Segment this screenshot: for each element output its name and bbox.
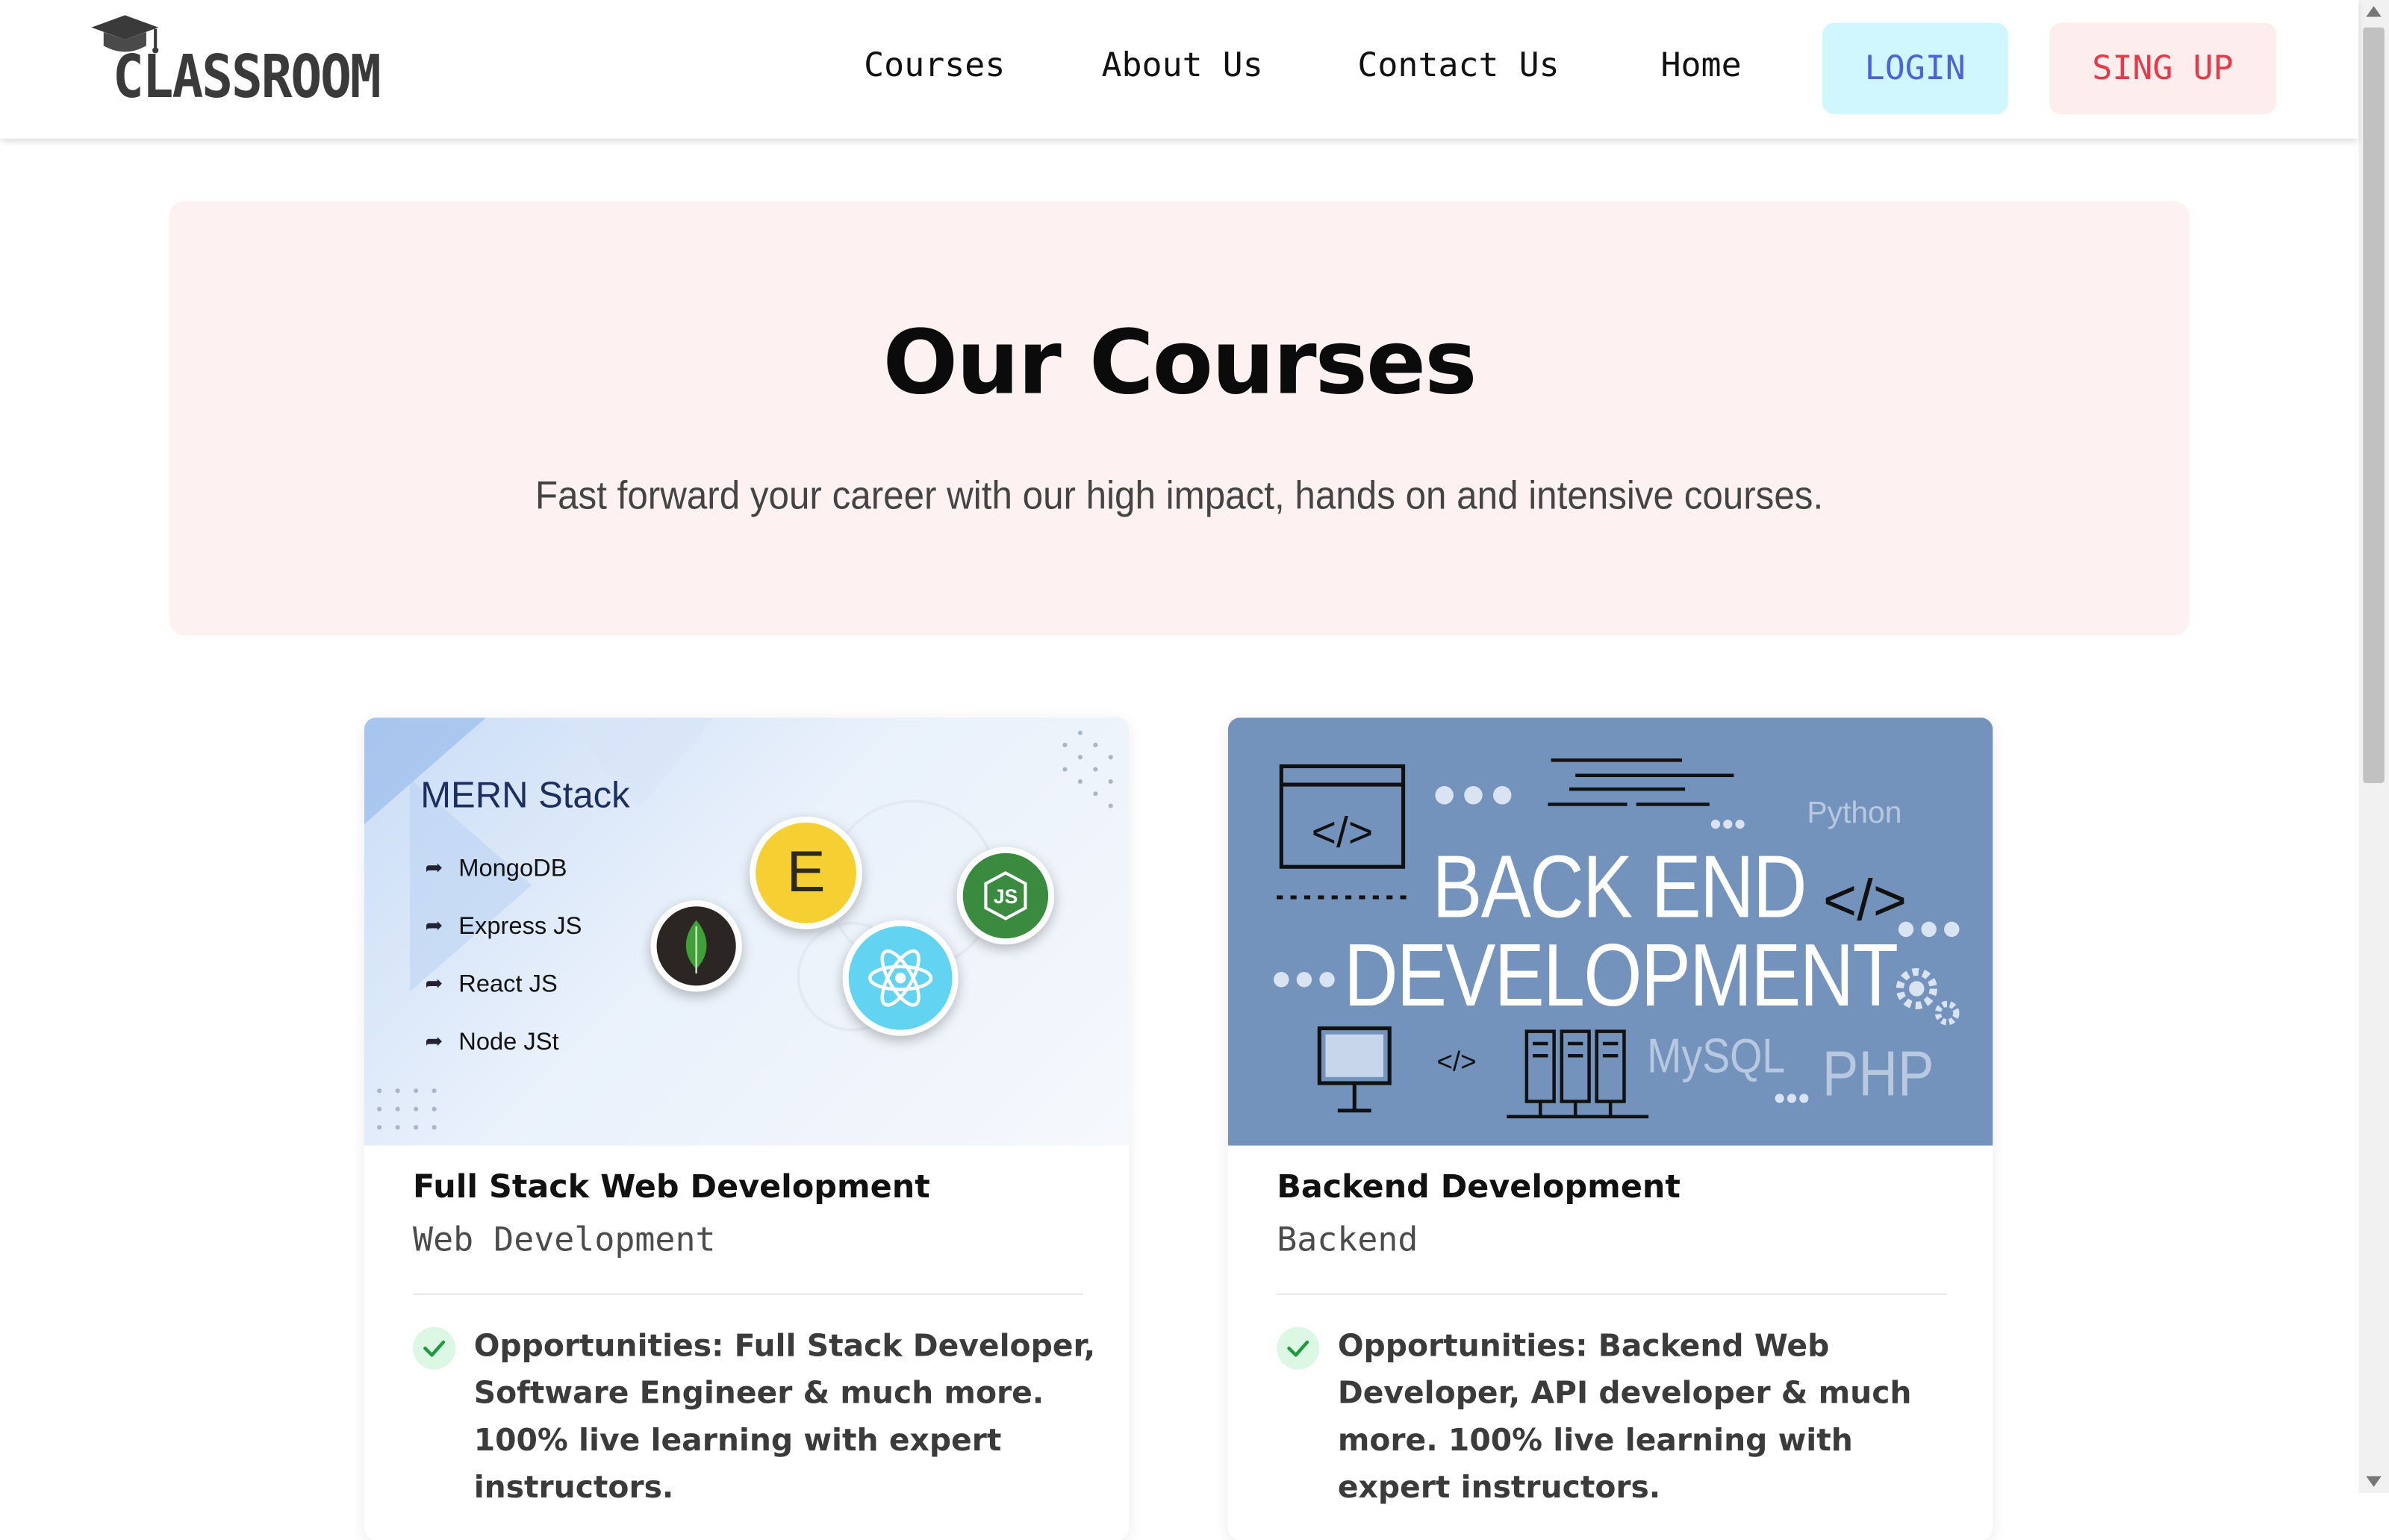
backend-heading-line2: DEVELOPMENT xyxy=(1343,926,1899,1026)
hero-subtitle: Fast forward your career with our high i… xyxy=(535,472,1824,518)
course-image-mern: MERN Stack ➦ MongoDB ➦ Express JS ➦ Reac… xyxy=(364,717,1130,1146)
arrow-icon: ➦ xyxy=(425,1029,443,1055)
arrow-icon: ➦ xyxy=(425,972,443,997)
svg-text:</>: </> xyxy=(1823,869,1907,933)
course-category: Web Development xyxy=(413,1221,716,1260)
mern-item-express: Express JS xyxy=(458,914,582,941)
scrollbar-thumb[interactable] xyxy=(2363,27,2385,783)
arrow-icon: ➦ xyxy=(425,914,443,939)
svg-text:</>: </> xyxy=(1436,1047,1476,1077)
mern-item-react: React JS xyxy=(458,972,558,998)
scroll-up-arrow-icon[interactable] xyxy=(2366,6,2382,17)
nav-link-home[interactable]: Home xyxy=(1660,47,1741,85)
svg-text:JS: JS xyxy=(994,885,1018,908)
logo[interactable]: CLASSROOM xyxy=(88,12,385,113)
mysql-label: MySQL xyxy=(1647,1028,1786,1084)
mern-item-node: Node JSt xyxy=(458,1029,559,1056)
course-description: Opportunities: Full Stack Developer, Sof… xyxy=(473,1327,1096,1506)
course-image-backend: </> </> </> Python BACK END DEVELOPMENT … xyxy=(1227,717,1993,1146)
mern-item-mongodb: MongoDB xyxy=(458,855,567,882)
navbar: CLASSROOM Courses About Us Contact Us Ho… xyxy=(0,0,2359,139)
course-card-full-stack[interactable]: MERN Stack ➦ MongoDB ➦ Express JS ➦ Reac… xyxy=(364,717,1130,1540)
php-label: PHP xyxy=(1822,1037,1934,1109)
svg-text:</>: </> xyxy=(1312,809,1374,857)
nodejs-hexagon-icon: JS xyxy=(956,847,1055,945)
scroll-down-arrow-icon[interactable] xyxy=(2366,1476,2382,1487)
mern-heading: MERN Stack xyxy=(420,775,630,817)
course-description: Opportunities: Backend Web Developer, AP… xyxy=(1337,1327,1912,1506)
check-icon xyxy=(1277,1327,1320,1370)
hero-banner: Our Courses Fast forward your career wit… xyxy=(169,201,2190,636)
course-title: Full Stack Web Development xyxy=(413,1168,930,1206)
backend-heading-line1: BACK END xyxy=(1432,838,1807,938)
page-title: Our Courses xyxy=(882,311,1477,415)
page: CLASSROOM Courses About Us Contact Us Ho… xyxy=(0,0,2389,1540)
logo-text: CLASSROOM xyxy=(113,43,381,113)
nav-link-courses[interactable]: Courses xyxy=(864,47,1005,85)
nav-link-contact-us[interactable]: Contact Us xyxy=(1357,47,1559,85)
arrow-icon: ➦ xyxy=(425,855,443,881)
check-icon xyxy=(413,1327,456,1370)
scrollbar[interactable] xyxy=(2358,0,2389,1493)
mongodb-leaf-icon xyxy=(650,900,742,992)
python-label: Python xyxy=(1807,797,1902,831)
signup-button[interactable]: SING UP xyxy=(2049,22,2276,115)
course-title: Backend Development xyxy=(1277,1168,1681,1206)
nav-link-about-us[interactable]: About Us xyxy=(1101,47,1262,85)
divider xyxy=(1277,1293,1948,1295)
express-e-icon: E xyxy=(750,816,863,929)
react-atom-icon xyxy=(842,920,959,1036)
course-card-backend[interactable]: </> </> </> Python BACK END DEVELOPMENT … xyxy=(1227,717,1993,1540)
login-button[interactable]: LOGIN xyxy=(1822,22,2008,115)
divider xyxy=(413,1293,1084,1295)
course-category: Backend xyxy=(1277,1221,1418,1260)
